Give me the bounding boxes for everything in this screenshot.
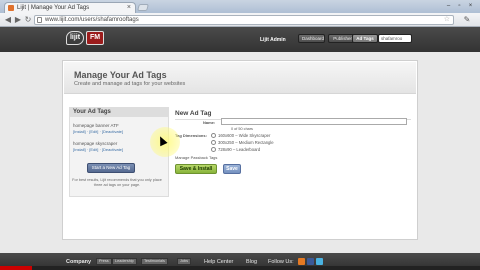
account-field[interactable]: shafamroo <box>378 34 412 43</box>
fm-logo: FM <box>86 31 104 45</box>
lijit-logo: lijit <box>66 31 84 45</box>
tag-name: homepage banner ATF <box>73 123 119 128</box>
tag-actions[interactable]: [Install] · [Edit] · [Deactivate] <box>73 147 123 152</box>
minimize-button[interactable]: – <box>444 2 453 10</box>
new-ad-tag-form: New Ad Tag Name: 0 of 50 chars Tag Dimen… <box>175 107 415 197</box>
cursor-icon <box>156 134 168 147</box>
tab-close-icon[interactable]: × <box>127 3 131 13</box>
option-label: 728x90 – Leaderboard <box>218 147 261 152</box>
option-label: 160x600 – Wide Skyscraper <box>218 133 271 138</box>
reload-icon[interactable]: ↻ <box>23 15 33 25</box>
address-bar[interactable]: www.lijit.com/users/shafamrooftags ☆ <box>34 15 454 25</box>
sidebar-note: For best results, Lijit recommends that … <box>72 178 162 187</box>
tag-actions[interactable]: [Install] · [Edit] · [Deactivate] <box>73 129 123 134</box>
footer-help[interactable]: Help Center <box>204 259 233 265</box>
close-window-button[interactable]: × <box>466 2 475 10</box>
footer-link-leadership[interactable]: Leadership <box>112 258 137 265</box>
footer-link-jobs[interactable]: Jobs <box>177 258 192 265</box>
facebook-icon[interactable] <box>307 258 314 265</box>
page-title: Manage Your Ad Tags <box>74 70 167 80</box>
char-count: 0 of 50 chars <box>231 127 253 131</box>
nav-dashboard[interactable]: Dashboard <box>298 34 325 43</box>
video-progress-track[interactable] <box>0 266 480 270</box>
admin-label: Lijit Admin <box>260 37 286 43</box>
wrench-icon[interactable]: ✎ <box>462 15 472 25</box>
rss-icon[interactable] <box>298 258 305 265</box>
url-text: www.lijit.com/users/shafamrooftags <box>45 17 139 23</box>
site-logo[interactable]: lijit FM <box>66 31 106 47</box>
page-icon <box>37 17 42 23</box>
footer-follow: Follow Us: <box>268 259 294 265</box>
name-input[interactable] <box>221 118 407 125</box>
bookmark-star-icon[interactable]: ☆ <box>444 16 450 24</box>
tag-name: homepage skyscraper <box>73 141 118 146</box>
favicon-icon <box>8 5 14 11</box>
forward-icon[interactable]: ▶ <box>13 15 23 25</box>
start-new-ad-tag-button[interactable]: Start a New Ad Tag <box>87 163 135 173</box>
sidebar-heading: Your Ad Tags <box>70 108 168 117</box>
save-button[interactable]: Save <box>223 164 241 174</box>
dimensions-label: Tag Dimensions: <box>175 133 207 138</box>
radio-160x600[interactable] <box>211 133 216 138</box>
tab-title: Lijit | Manage Your Ad Tags <box>17 5 90 11</box>
footer-link-testimonials[interactable]: Testimonials <box>141 258 168 265</box>
browser-tab[interactable]: Lijit | Manage Your Ad Tags × <box>4 2 136 13</box>
footer-company[interactable]: Company <box>66 259 91 265</box>
page-banner: Manage Your Ad Tags Create and manage ad… <box>64 62 416 94</box>
form-title: New Ad Tag <box>175 110 212 117</box>
video-progress-fill <box>0 266 32 270</box>
footer-link-press[interactable]: Press <box>96 258 112 265</box>
option-label: 300x250 – Medium Rectangle <box>218 140 274 145</box>
main-card: Manage Your Ad Tags Create and manage ad… <box>62 60 418 240</box>
back-icon[interactable]: ◀ <box>3 15 13 25</box>
footer-blog[interactable]: Blog <box>246 259 257 265</box>
maximize-button[interactable]: ▫ <box>455 2 464 10</box>
twitter-icon[interactable] <box>316 258 323 265</box>
save-install-button[interactable]: Save & Install <box>175 164 217 174</box>
radio-728x90[interactable] <box>211 147 216 152</box>
page-subtitle: Create and manage ad tags for your websi… <box>74 81 186 87</box>
cursor-highlight <box>150 127 180 157</box>
radio-300x250[interactable] <box>211 140 216 145</box>
passback-link[interactable]: Manage Passback Tags <box>175 155 217 160</box>
name-label: Name: <box>203 120 216 125</box>
nav-ad-tags[interactable]: Ad Tags <box>352 34 378 43</box>
